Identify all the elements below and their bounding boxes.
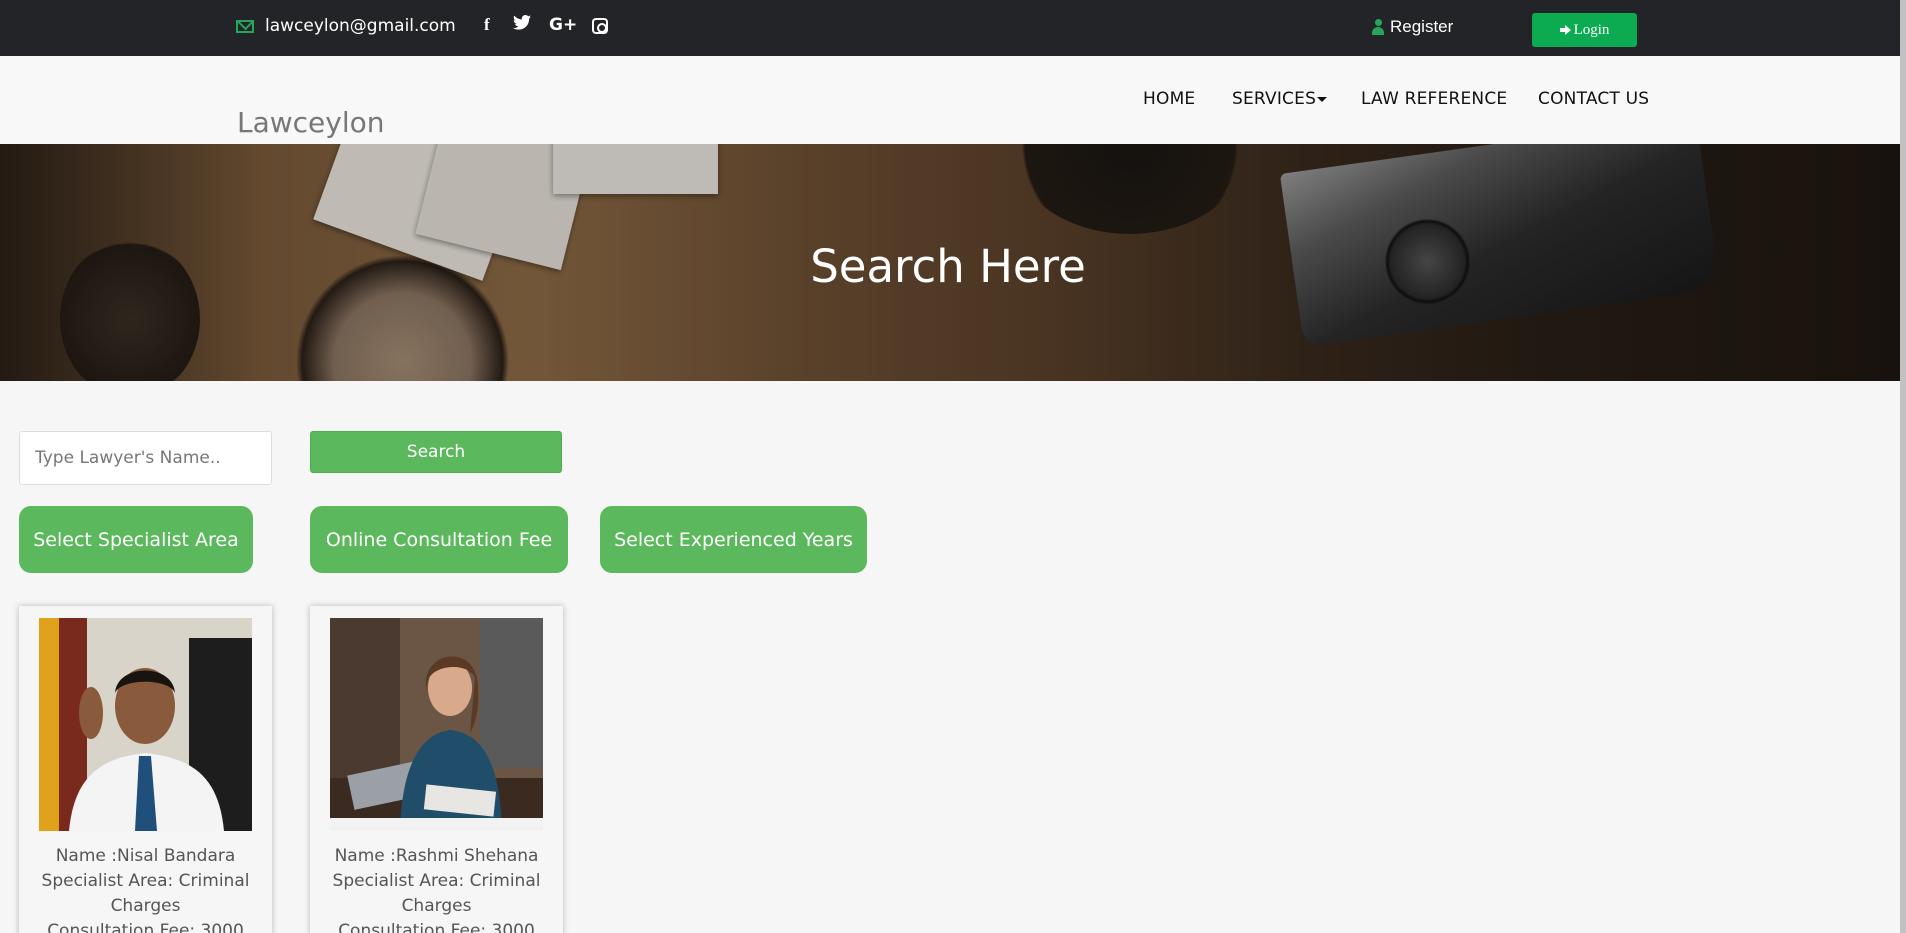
login-label: Login bbox=[1573, 21, 1610, 38]
lawyer-specialist-area-cont: Charges bbox=[401, 896, 472, 916]
lawyer-photo bbox=[330, 618, 543, 831]
register-link[interactable]: Register bbox=[1372, 17, 1453, 37]
select-specialist-area-button[interactable]: Select Specialist Area bbox=[19, 506, 253, 573]
login-button[interactable]: Login bbox=[1532, 13, 1637, 47]
user-icon bbox=[1372, 19, 1384, 35]
lawyer-info: Name :Nisal Bandara Specialist Area: Cri… bbox=[19, 844, 272, 933]
main-navbar: Lawceylon HOME SERVICES LAW REFERENCE CO… bbox=[0, 56, 1900, 144]
lawyer-consultation-fee: Consultation Fee: 3000 bbox=[338, 921, 535, 933]
lawyer-specialist-area: Specialist Area: Criminal bbox=[332, 871, 541, 891]
brand-logo[interactable]: Lawceylon bbox=[237, 106, 385, 139]
nav-services[interactable]: SERVICES bbox=[1232, 89, 1328, 109]
page-scrollbar[interactable] bbox=[1900, 0, 1906, 933]
nav-contact-us[interactable]: CONTACT US bbox=[1538, 89, 1649, 109]
search-button[interactable]: Search bbox=[310, 431, 562, 473]
lawyer-name: Name :Nisal Bandara bbox=[55, 846, 236, 866]
lawyer-consultation-fee: Consultation Fee: 3000 bbox=[47, 921, 244, 933]
email-text: lawceylon@gmail.com bbox=[265, 16, 456, 36]
online-consultation-fee-button[interactable]: Online Consultation Fee bbox=[310, 506, 568, 573]
lawyer-name: Name :Rashmi Shehana bbox=[334, 846, 539, 866]
select-experienced-years-button[interactable]: Select Experienced Years bbox=[600, 506, 867, 573]
nav-home[interactable]: HOME bbox=[1143, 89, 1195, 109]
lawyer-photo bbox=[39, 618, 252, 831]
envelope-icon bbox=[236, 19, 254, 33]
lawyer-name-search-input[interactable] bbox=[19, 431, 272, 485]
lawyer-card[interactable]: Name :Nisal Bandara Specialist Area: Cri… bbox=[19, 606, 272, 933]
hero-title: Search Here bbox=[810, 240, 1086, 293]
nav-services-label: SERVICES bbox=[1232, 89, 1317, 109]
instagram-icon[interactable] bbox=[592, 18, 608, 34]
lawyer-specialist-area: Specialist Area: Criminal bbox=[41, 871, 250, 891]
sign-in-icon bbox=[1559, 25, 1572, 35]
top-bar: lawceylon@gmail.com f G+ Register Login bbox=[0, 0, 1900, 56]
facebook-icon[interactable]: f bbox=[484, 15, 490, 35]
google-plus-icon[interactable]: G+ bbox=[549, 15, 577, 35]
lawyer-info: Name :Rashmi Shehana Specialist Area: Cr… bbox=[310, 844, 563, 933]
nav-law-reference[interactable]: LAW REFERENCE bbox=[1361, 89, 1507, 109]
caret-down-icon bbox=[1317, 96, 1328, 102]
lawyer-specialist-area-cont: Charges bbox=[110, 896, 181, 916]
register-label: Register bbox=[1390, 17, 1454, 36]
lawyer-card[interactable]: Name :Rashmi Shehana Specialist Area: Cr… bbox=[310, 606, 563, 933]
hero-banner: Search Here bbox=[0, 144, 1900, 381]
contact-email[interactable]: lawceylon@gmail.com bbox=[236, 16, 456, 36]
twitter-icon[interactable] bbox=[513, 15, 531, 35]
